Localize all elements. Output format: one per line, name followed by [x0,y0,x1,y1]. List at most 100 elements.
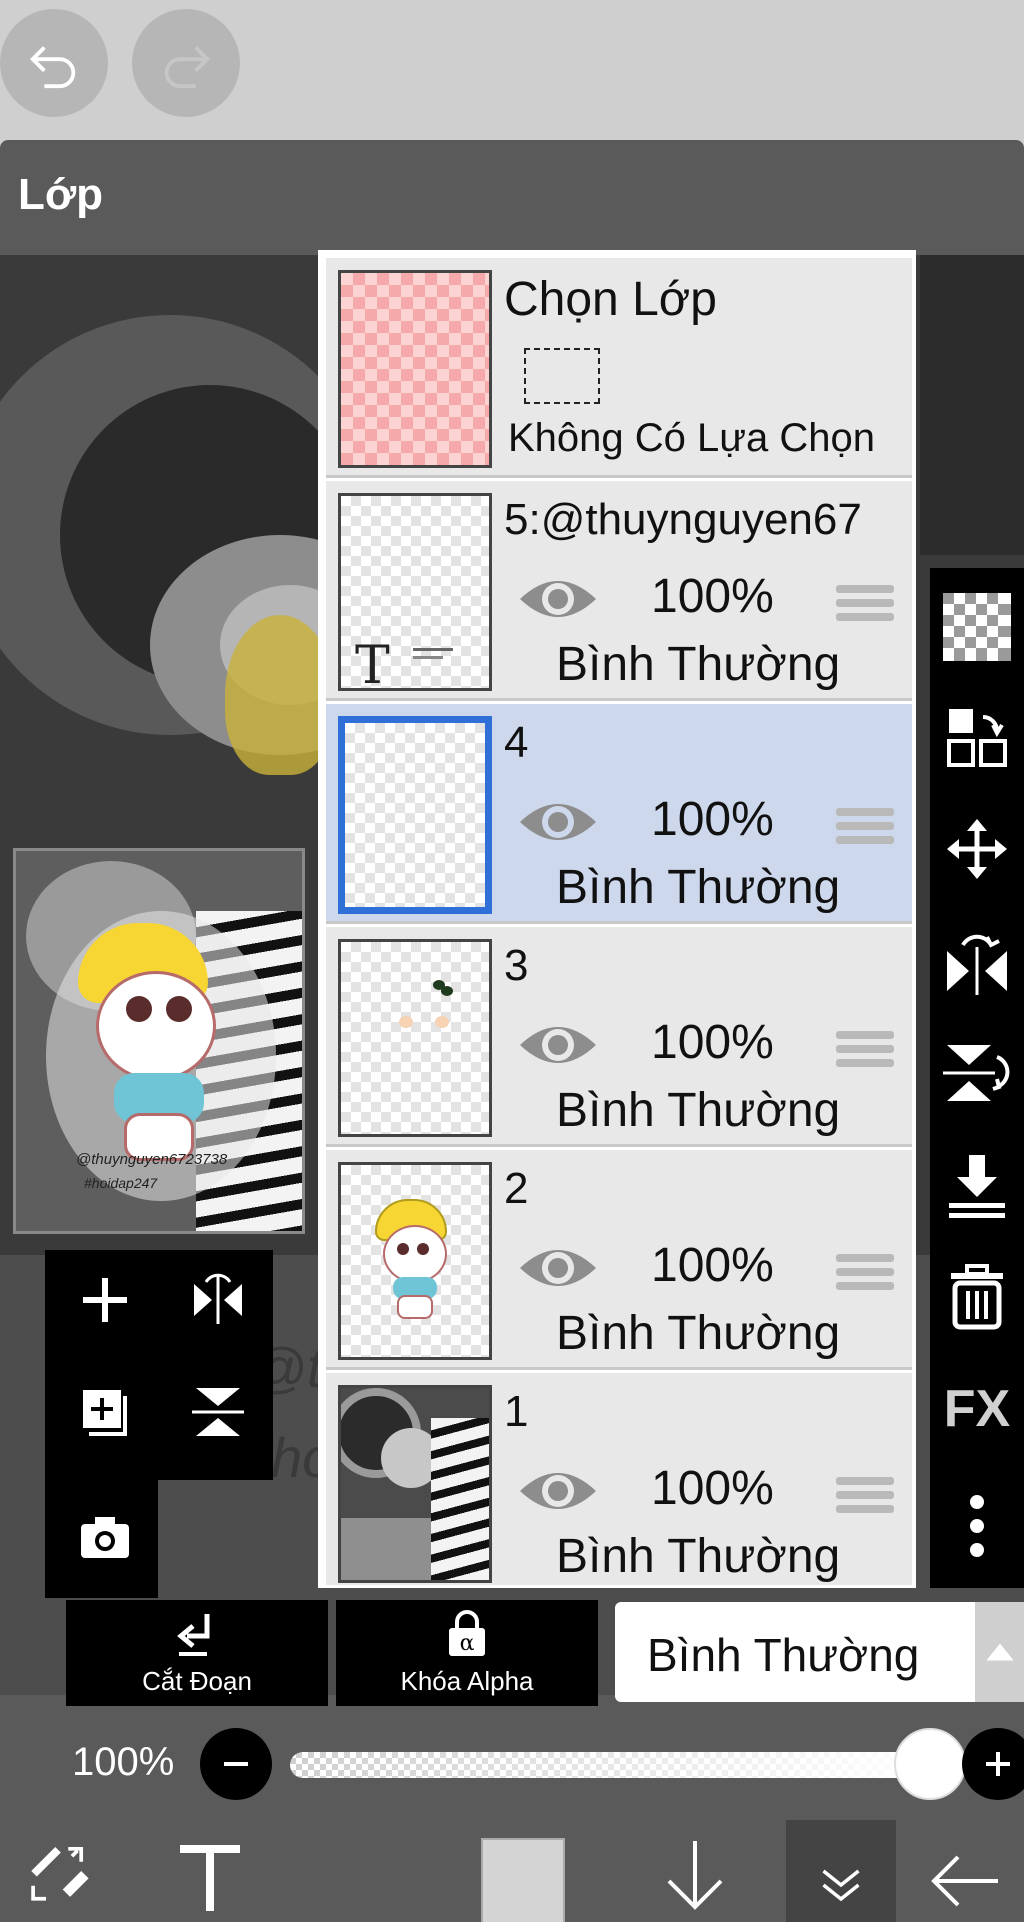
opacity-increase-button[interactable] [962,1728,1024,1800]
brush-eraser-button[interactable] [14,1820,104,1922]
selection-marquee-icon [524,348,600,404]
layer-name: 2 [504,1164,529,1213]
lock-alpha-icon: α [449,1610,485,1656]
collapse-button[interactable] [786,1820,896,1922]
text-tool-button[interactable] [160,1820,260,1922]
alpha-lock-label: Khóa Alpha [400,1666,534,1696]
layer-thumbnail [338,939,492,1137]
layer-thumbnail [338,716,492,914]
eye-icon[interactable] [518,792,598,852]
left-tool-panel-lower [45,1480,158,1598]
layer-row-selected[interactable]: 4 100% Bình Thường [326,704,912,924]
flip-horizontal-button[interactable] [930,916,1024,1006]
layer-opacity: 100% [651,1462,774,1515]
redo-button[interactable] [132,9,240,117]
arrow-down-icon [667,1841,723,1910]
layer-name: 5:@thuynguyen67 [504,495,862,544]
delete-layer-button[interactable] [930,1252,1024,1342]
blend-mode-select[interactable]: Bình Thường [615,1602,975,1702]
fx-label: FX [943,1380,1011,1438]
layer-opacity: 100% [651,1016,774,1069]
copy-plus-icon [83,1390,127,1436]
layer-blend-mode: Bình Thường [556,1084,841,1137]
drag-handle-icon[interactable] [836,585,894,621]
eye-icon[interactable] [518,1238,598,1298]
move-button[interactable] [930,804,1024,894]
plus-icon [83,1278,127,1322]
clipping-arrow-icon [177,1614,210,1656]
layer-thumbnail [338,1385,492,1583]
back-button[interactable] [900,1820,1024,1922]
more-vertical-icon [970,1495,984,1557]
opacity-decrease-button[interactable] [200,1728,272,1800]
camera-button[interactable] [65,1498,145,1578]
layer-row[interactable]: 2 100% Bình Thường [326,1150,912,1370]
triangle-up-icon [985,1643,1014,1661]
add-layer-button[interactable] [65,1260,145,1340]
duplicate-layer-button[interactable] [65,1372,145,1452]
flip-horizontal-button[interactable] [178,1260,258,1340]
layer-row[interactable]: T 5:@thuynguyen67 100% Bình Thường [326,481,912,701]
layer-blend-mode: Bình Thường [556,861,841,914]
flip-vertical-button[interactable] [178,1372,258,1452]
layer-blend-mode: Bình Thường [556,1307,841,1360]
selection-layer-row[interactable]: Chọn Lớp Không Có Lựa Chọn [326,258,912,478]
more-options-button[interactable] [930,1476,1024,1576]
top-bar [0,0,1024,140]
text-tool-icon [180,1845,240,1911]
layer-opacity: 100% [651,570,774,623]
flip-vertical-icon [192,1388,244,1436]
redo-icon [164,46,211,89]
double-chevron-down-icon [822,1869,860,1902]
flip-vertical-button[interactable] [930,1028,1024,1118]
layer-name: 1 [504,1387,529,1436]
layer-name: 4 [504,718,529,767]
transform-selection-button[interactable] [930,692,1024,782]
brush-eraser-icon [31,1846,89,1901]
checkerboard-icon [943,593,1011,661]
layer-row[interactable]: 1 100% Bình Thường [326,1373,912,1585]
opacity-slider-knob[interactable] [894,1728,966,1800]
color-swatch [481,1838,565,1922]
merge-down-button[interactable] [930,1140,1024,1230]
bottom-toolbar [0,1820,1024,1922]
text-layer-icon: T [355,636,390,691]
drag-handle-icon[interactable] [836,1031,894,1067]
clipping-button[interactable]: Cắt Đoạn [66,1600,328,1706]
layer-list: Chọn Lớp Không Có Lựa Chọn T 5:@thuynguy… [318,250,916,1588]
layer-window: Lớp @th #ho @thuynguyen6723738 #hoidap24… [0,140,1024,1820]
minus-icon [224,1762,248,1766]
layer-name: 3 [504,941,529,990]
alpha-lock-button[interactable]: α Khóa Alpha [336,1600,598,1706]
canvas-preview[interactable]: @thuynguyen6723738 #hoidap247 [13,848,305,1234]
color-swatch-button[interactable] [480,1820,566,1922]
layer-opacity: 100% [651,793,774,846]
fx-button[interactable]: FX [930,1364,1024,1454]
drag-handle-icon[interactable] [836,1477,894,1513]
window-title: Lớp [18,170,104,219]
drag-handle-icon[interactable] [836,1254,894,1290]
eye-icon[interactable] [518,1015,598,1075]
flip-horizontal-icon [194,1273,242,1324]
flip-vertical-icon [943,1045,1010,1101]
move-icon [947,819,1007,879]
eye-icon[interactable] [518,569,598,629]
selection-layer-title: Chọn Lớp [504,273,717,326]
eye-icon[interactable] [518,1461,598,1521]
drag-handle-icon[interactable] [836,808,894,844]
right-toolbar: FX [930,568,1024,1588]
swap-layers-icon [947,709,1007,767]
merge-down-icon [949,1155,1005,1218]
layer-row[interactable]: 3 100% Bình Thường [326,927,912,1147]
preview-watermark-line1: @thuynguyen6723738 [76,1151,228,1168]
undo-button[interactable] [0,9,108,117]
selection-thumbnail [338,270,492,468]
opacity-slider[interactable] [290,1728,966,1800]
layer-blend-mode: Bình Thường [556,638,841,691]
arrow-down-button[interactable] [640,1820,750,1922]
transparent-fill-button[interactable] [930,582,1024,672]
clipping-label: Cắt Đoạn [142,1666,252,1696]
blend-mode-dropdown-button[interactable] [975,1602,1024,1702]
layer-opacity: 100% [651,1239,774,1292]
preview-watermark-line2: #hoidap247 [84,1175,158,1191]
